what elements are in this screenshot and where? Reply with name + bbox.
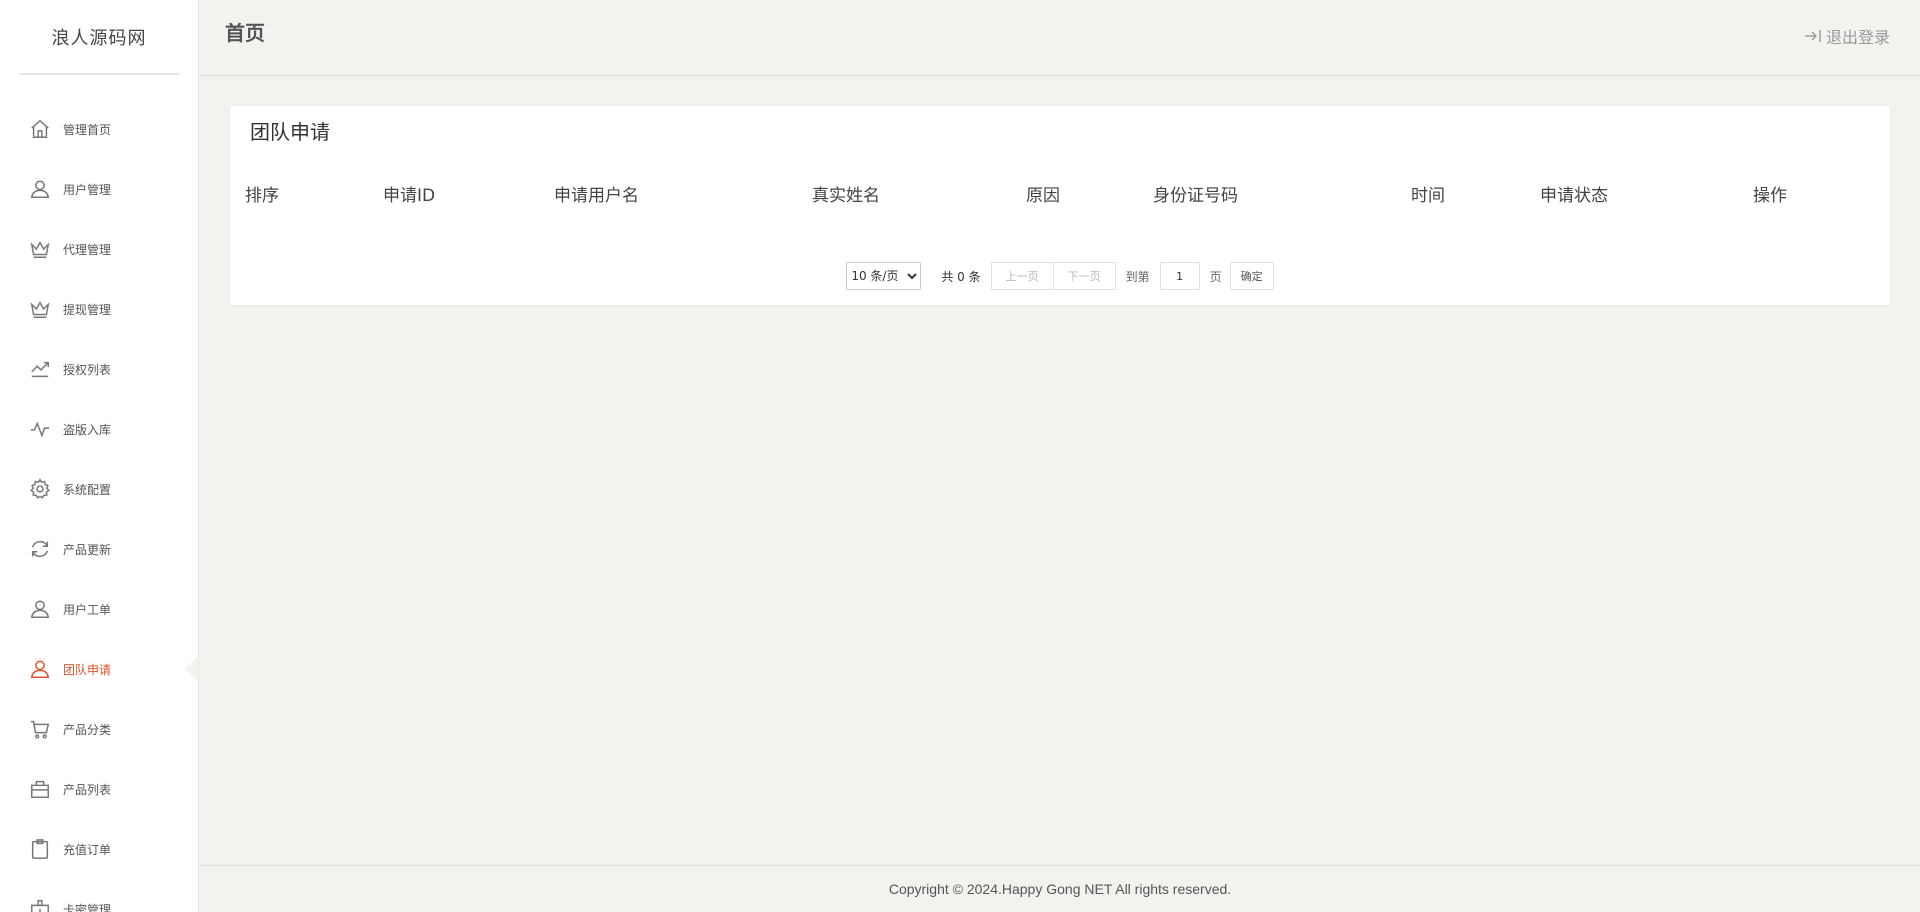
confirm-page-button[interactable]: 确定 <box>1229 262 1274 290</box>
sidebar-item-card-keys[interactable]: 卡密管理 <box>0 879 198 912</box>
clipboard-icon <box>29 838 51 860</box>
column-header-status: 申请状态 <box>1540 186 1608 206</box>
sidebar-item-label: 团队申请 <box>63 662 112 677</box>
trend-icon <box>29 358 51 380</box>
sidebar-item-categories[interactable]: 产品分类 <box>0 699 198 759</box>
sidebar-item-piracy[interactable]: 盗版入库 <box>0 399 198 459</box>
pulse-icon <box>29 418 51 440</box>
active-indicator <box>184 655 198 683</box>
sidebar-item-label: 管理首页 <box>63 122 112 137</box>
column-header-real-name: 真实姓名 <box>812 186 880 206</box>
sidebar-item-users[interactable]: 用户管理 <box>0 159 198 219</box>
column-header-username: 申请用户名 <box>554 186 639 206</box>
refresh-icon <box>29 538 51 560</box>
column-header-application-id: 申请ID <box>383 186 436 206</box>
total-count: 共 0 条 <box>941 269 981 284</box>
column-header-actions: 操作 <box>1753 186 1787 206</box>
logout-label: 退出登录 <box>1825 27 1890 47</box>
sidebar-item-updates[interactable]: 产品更新 <box>0 519 198 579</box>
sidebar-item-label: 提现管理 <box>63 302 112 317</box>
user-icon <box>29 658 51 680</box>
crown-icon <box>29 298 51 320</box>
user-icon <box>29 598 51 620</box>
goto-label: 到第 <box>1125 269 1150 284</box>
sidebar-item-label: 卡密管理 <box>63 902 112 912</box>
sidebar-item-label: 产品更新 <box>63 542 112 557</box>
column-header-sort: 排序 <box>245 186 279 206</box>
sidebar-item-recharge-orders[interactable]: 充值订单 <box>0 819 198 879</box>
sidebar-item-label: 盗版入库 <box>63 422 112 437</box>
column-header-time: 时间 <box>1411 186 1445 206</box>
sidebar-item-products[interactable]: 产品列表 <box>0 759 198 819</box>
copyright-text: Copyright © 2024.Happy Gong NET All righ… <box>888 881 1232 897</box>
column-header-id-number: 身份证号码 <box>1153 186 1238 206</box>
card-title: 团队申请 <box>250 120 330 144</box>
user-icon <box>29 178 51 200</box>
page-size-select[interactable]: 10 条/页20 条/页30 条/页40 条/页50 条/页 <box>846 262 922 290</box>
top-header: 首页 退出登录 <box>200 0 1920 76</box>
logout-button[interactable]: 退出登录 <box>1804 24 1890 48</box>
sidebar-item-label: 代理管理 <box>63 242 112 257</box>
sidebar-item-agents[interactable]: 代理管理 <box>0 219 198 279</box>
home-icon <box>29 118 51 140</box>
crown-icon <box>29 238 51 260</box>
box-icon <box>29 778 51 800</box>
sidebar-item-settings[interactable]: 系统配置 <box>0 459 198 519</box>
sidebar-item-dashboard[interactable]: 管理首页 <box>0 99 198 159</box>
cart-icon <box>29 718 51 740</box>
next-page-button[interactable]: 下一页 <box>1053 262 1116 290</box>
logout-icon <box>1804 28 1824 44</box>
sidebar-item-label: 用户管理 <box>63 182 112 197</box>
pagination: 10 条/页20 条/页30 条/页40 条/页50 条/页 共 0 条 上一页… <box>230 261 1890 291</box>
sidebar-item-label: 系统配置 <box>63 482 112 497</box>
sidebar-item-tickets[interactable]: 用户工单 <box>0 579 198 639</box>
sidebar-item-label: 充值订单 <box>63 842 112 857</box>
card-icon <box>29 898 51 912</box>
page-number-input[interactable] <box>1159 262 1200 290</box>
sidebar-item-label: 产品分类 <box>63 722 112 737</box>
page-title: 首页 <box>225 21 265 45</box>
team-applications-card: 团队申请 排序 申请ID 申请用户名 真实姓名 原因 身份证号码 时间 申请状态… <box>230 106 1890 305</box>
table-header: 排序 申请ID 申请用户名 真实姓名 原因 身份证号码 时间 申请状态 操作 <box>245 181 1875 215</box>
footer: Copyright © 2024.Happy Gong NET All righ… <box>200 865 1920 912</box>
sidebar-menu: 管理首页 用户管理 代理管理 提现管理 授权列表 盗版入库 系统配置 产品更新 … <box>0 75 198 912</box>
sidebar-item-team-applications[interactable]: 团队申请 <box>0 639 198 699</box>
sidebar-item-withdrawals[interactable]: 提现管理 <box>0 279 198 339</box>
sidebar-item-licenses[interactable]: 授权列表 <box>0 339 198 399</box>
column-header-reason: 原因 <box>1026 186 1060 206</box>
sidebar-item-label: 产品列表 <box>63 782 112 797</box>
brand-logo[interactable]: 浪人源码网 <box>19 0 179 75</box>
sidebar-item-label: 授权列表 <box>63 362 112 377</box>
prev-page-button[interactable]: 上一页 <box>990 262 1054 290</box>
page-unit-label: 页 <box>1209 269 1222 284</box>
sidebar: 浪人源码网 管理首页 用户管理 代理管理 提现管理 授权列表 盗版入库 系统配置… <box>0 0 199 912</box>
gear-icon <box>29 478 51 500</box>
sidebar-item-label: 用户工单 <box>63 602 112 617</box>
